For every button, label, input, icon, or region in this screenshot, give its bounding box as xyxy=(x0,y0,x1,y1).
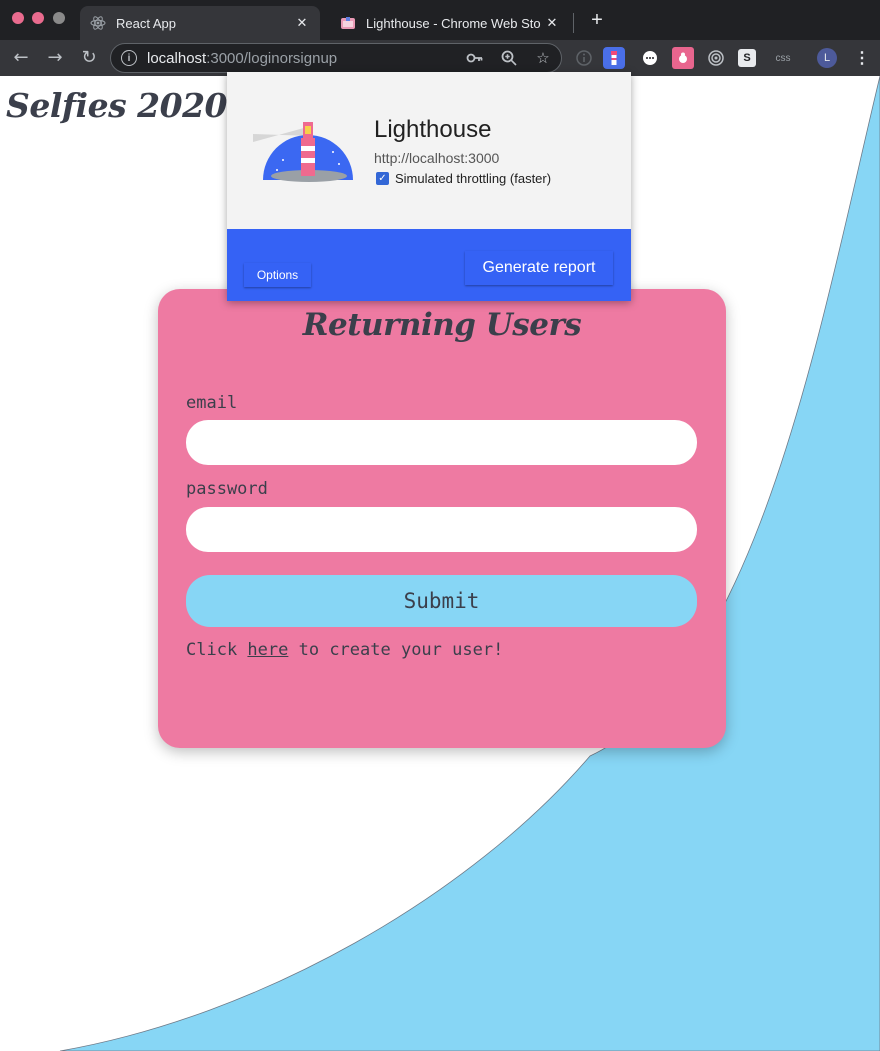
s-icon[interactable]: S xyxy=(738,49,756,67)
window-close-button[interactable] xyxy=(12,12,24,24)
window-minimize-button[interactable] xyxy=(32,12,44,24)
back-icon[interactable]: ← xyxy=(10,47,32,69)
url-host: localhost xyxy=(147,49,207,67)
close-icon[interactable]: ✕ xyxy=(294,15,310,31)
email-label: email xyxy=(186,393,238,413)
submit-button[interactable]: Submit xyxy=(186,575,697,627)
checkbox-checked-icon[interactable]: ✓ xyxy=(376,172,389,185)
email-field[interactable] xyxy=(186,420,697,465)
tab-react-app[interactable]: React App ✕ xyxy=(80,6,320,40)
lighthouse-url: http://localhost:3000 xyxy=(374,150,500,166)
card-title: Returning Users xyxy=(302,307,582,343)
generate-report-button[interactable]: Generate report xyxy=(465,251,613,285)
throttling-option[interactable]: ✓ Simulated throttling (faster) xyxy=(376,171,551,186)
lighthouse-popup-footer: Options Generate report xyxy=(227,229,631,301)
lighthouse-title: Lighthouse xyxy=(374,116,492,143)
tab-title: React App xyxy=(116,15,176,31)
key-icon[interactable] xyxy=(465,49,485,69)
create-user-link[interactable]: here xyxy=(247,640,288,660)
menu-kebab-icon[interactable]: ⋮ xyxy=(851,47,873,69)
lighthouse-extension-icon[interactable] xyxy=(603,47,625,69)
brand-logo[interactable]: Selfies 2020 xyxy=(6,86,228,125)
tab-divider xyxy=(573,13,574,33)
info-icon[interactable] xyxy=(573,47,595,69)
window-zoom-button[interactable] xyxy=(53,12,65,24)
tab-strip: React App ✕ Lighthouse - Chrome Web Sto … xyxy=(0,0,880,40)
react-icon xyxy=(90,15,106,31)
lighthouse-popup-header: Lighthouse http://localhost:3000 ✓ Simul… xyxy=(227,72,631,229)
create-prefix: Click xyxy=(186,640,248,660)
password-label: password xyxy=(186,479,268,499)
profile-avatar[interactable]: L xyxy=(817,48,837,68)
reload-icon[interactable]: ↻ xyxy=(78,47,100,69)
create-user-text: Click here to create your user! xyxy=(186,640,503,660)
tab-lighthouse-web-store[interactable]: Lighthouse - Chrome Web Sto ✕ xyxy=(330,6,570,40)
throttling-label: Simulated throttling (faster) xyxy=(395,171,552,186)
options-button[interactable]: Options xyxy=(244,263,311,287)
new-tab-button[interactable]: + xyxy=(587,10,607,30)
create-suffix: to create your user! xyxy=(288,640,504,660)
address-bar[interactable]: i localhost:3000/loginorsignup ☆ xyxy=(110,43,562,73)
url-path: :3000/loginorsignup xyxy=(206,49,338,67)
bug-icon[interactable] xyxy=(672,47,694,69)
site-info-icon[interactable]: i xyxy=(121,50,137,66)
close-icon[interactable]: ✕ xyxy=(544,15,560,31)
tab-title: Lighthouse - Chrome Web Sto xyxy=(366,15,541,31)
css-icon[interactable]: css xyxy=(772,47,794,69)
lighthouse-popup: Lighthouse http://localhost:3000 ✓ Simul… xyxy=(227,72,631,301)
zoom-icon[interactable] xyxy=(499,49,519,69)
browser-toolbar: ← → ↻ i localhost:3000/loginorsignup ☆ S… xyxy=(0,40,880,108)
chat-icon[interactable] xyxy=(639,47,661,69)
login-card: Returning Users email password Submit Cl… xyxy=(158,289,726,748)
forward-icon[interactable]: → xyxy=(44,47,66,69)
lighthouse-logo-icon xyxy=(253,112,357,188)
password-field[interactable] xyxy=(186,507,697,552)
lighthouse-icon xyxy=(340,15,356,31)
target-icon[interactable] xyxy=(705,47,727,69)
star-icon[interactable]: ☆ xyxy=(533,49,553,69)
